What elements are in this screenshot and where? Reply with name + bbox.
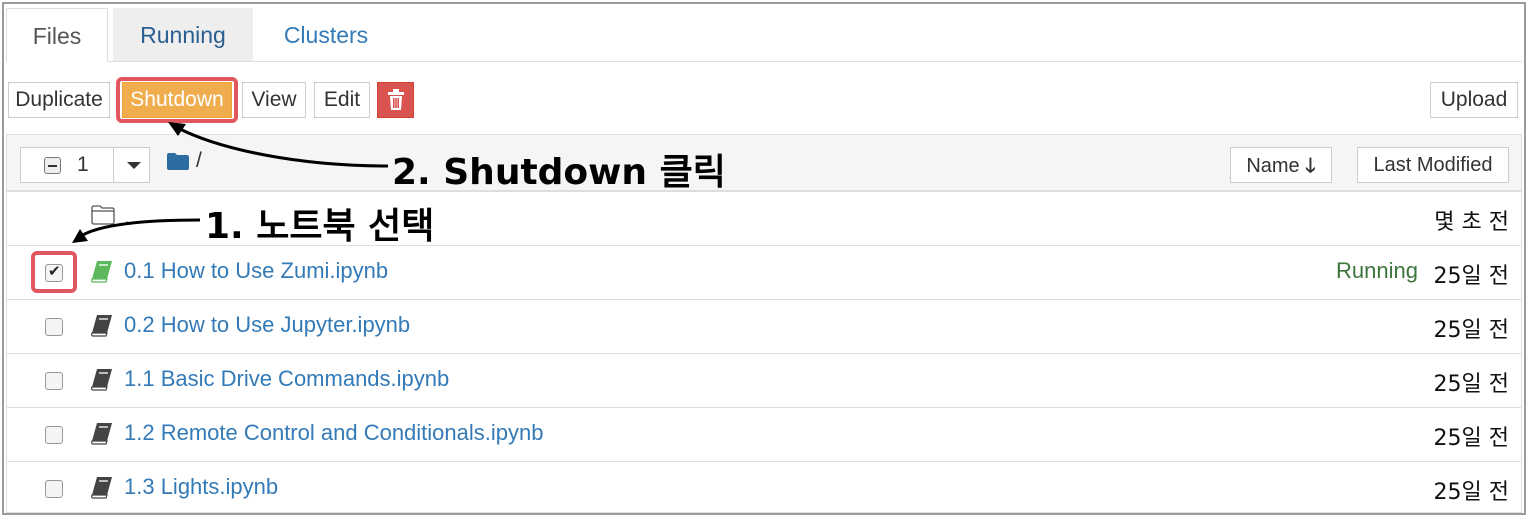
notebook-icon [91, 369, 112, 391]
sort-last-modified-button[interactable]: Last Modified [1357, 147, 1509, 183]
shutdown-highlight-box [116, 77, 238, 123]
notebook-icon [91, 423, 112, 445]
select-all-checkbox[interactable] [44, 157, 61, 174]
row-checkbox[interactable] [45, 426, 63, 444]
tab-running[interactable]: Running [113, 8, 253, 61]
notebook-link[interactable]: 0.2 How to Use Jupyter.ipynb [124, 312, 410, 338]
notebook-link[interactable]: 1.2 Remote Control and Conditionals.ipyn… [124, 420, 543, 446]
arrow-down-icon: 🡓 [1305, 153, 1316, 177]
breadcrumb[interactable]: / [196, 149, 202, 173]
list-header: 1 / Name 🡓 Last Modified [7, 135, 1521, 191]
tab-clusters[interactable]: Clusters [260, 8, 392, 62]
modified-time: 25일 전 [1433, 426, 1509, 451]
edit-button[interactable]: Edit [314, 82, 370, 118]
list-item[interactable]: 0.2 How to Use Jupyter.ipynb 25일 전 [7, 299, 1521, 353]
running-status: Running [1336, 258, 1418, 283]
row-checkbox[interactable] [45, 480, 63, 498]
modified-time: 25일 전 [1433, 264, 1509, 289]
list-item[interactable]: 1.1 Basic Drive Commands.ipynb 25일 전 [7, 353, 1521, 407]
tab-divider [6, 61, 1522, 62]
notebook-link[interactable]: 0.1 How to Use Zumi.ipynb [124, 258, 388, 284]
folder-icon[interactable] [167, 153, 189, 170]
notebook-icon [91, 315, 112, 337]
file-list: 1 / Name 🡓 Last Modified .. 몇 초 전 0. [6, 134, 1522, 513]
trash-icon [388, 89, 404, 110]
row-checkbox[interactable] [45, 372, 63, 390]
notebook-running-icon [91, 261, 112, 283]
upload-button[interactable]: Upload [1430, 82, 1518, 118]
notebook-link[interactable]: 1.3 Lights.ipynb [124, 474, 278, 500]
annotation-step-2: 2. Shutdown 클릭 [392, 152, 726, 193]
notebook-icon [91, 477, 112, 499]
selection-dropdown[interactable]: 1 [20, 147, 150, 183]
modified-time: 25일 전 [1433, 480, 1509, 505]
parent-folder-link[interactable]: .. [124, 204, 136, 230]
folder-outline-icon [91, 205, 115, 225]
list-item[interactable]: 1.2 Remote Control and Conditionals.ipyn… [7, 407, 1521, 461]
sort-name-label: Name [1246, 155, 1300, 177]
notebook-link[interactable]: 1.1 Basic Drive Commands.ipynb [124, 366, 449, 392]
dropdown-divider [113, 148, 114, 182]
annotation-step-1: 1. 노트북 선택 [205, 206, 435, 247]
modified-time: 25일 전 [1433, 372, 1509, 397]
list-item[interactable]: 1.3 Lights.ipynb 25일 전 [7, 461, 1521, 515]
caret-down-icon[interactable] [127, 162, 141, 169]
modified-time: 25일 전 [1433, 318, 1509, 343]
delete-button[interactable] [377, 82, 414, 118]
sort-name-button[interactable]: Name 🡓 [1230, 147, 1332, 183]
selected-count: 1 [77, 153, 89, 176]
modified-time: 몇 초 전 [1434, 210, 1509, 235]
list-item[interactable]: 0.1 How to Use Zumi.ipynb Running 25일 전 [7, 245, 1521, 299]
tab-files[interactable]: Files [6, 8, 108, 62]
row-checkbox[interactable] [45, 318, 63, 336]
view-button[interactable]: View [242, 82, 306, 118]
checkbox-highlight-box [31, 251, 77, 293]
duplicate-button[interactable]: Duplicate [8, 82, 110, 118]
